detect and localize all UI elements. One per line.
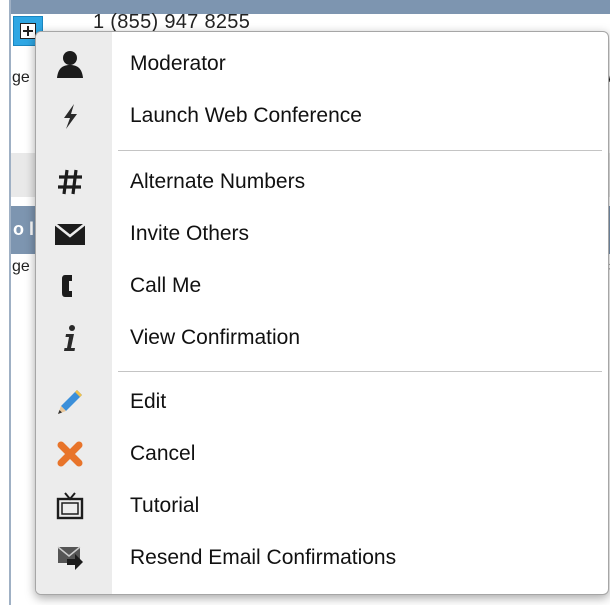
- menu-divider: [118, 371, 602, 372]
- envelope-icon: [54, 218, 86, 250]
- menu-item-label: Cancel: [130, 442, 196, 465]
- user-icon: [54, 48, 86, 80]
- menu-item-label: Invite Others: [130, 222, 250, 245]
- lightning-icon: [54, 100, 86, 132]
- menu-divider: [118, 150, 602, 151]
- menu-item-invite-others[interactable]: Invite Others: [36, 208, 608, 260]
- context-menu: Moderator Launch Web Conference Alternat…: [35, 31, 609, 595]
- phone-icon: [54, 270, 86, 302]
- section-header-fragment: o l: [13, 219, 34, 239]
- menu-item-launch-web-conference[interactable]: Launch Web Conference: [36, 90, 608, 142]
- menu-item-label: Call Me: [130, 274, 202, 297]
- menu-item-call-me[interactable]: Call Me: [36, 260, 608, 312]
- menu-item-alternate-numbers[interactable]: Alternate Numbers: [36, 156, 608, 208]
- menu-item-moderator[interactable]: Moderator: [36, 38, 608, 90]
- menu-item-resend-email-confirmations[interactable]: Resend Email Confirmations: [36, 532, 608, 584]
- pencil-icon: [54, 386, 86, 418]
- menu-item-label: View Confirmation: [130, 326, 301, 349]
- x-icon: [54, 438, 86, 470]
- menu-item-label: Resend Email Confirmations: [130, 546, 397, 569]
- info-icon: [54, 322, 86, 354]
- menu-item-label: Alternate Numbers: [130, 170, 306, 193]
- truncated-text-left-2: ge: [12, 258, 30, 275]
- menu-toggle-icon: [20, 23, 36, 39]
- menu-item-view-confirmation[interactable]: View Confirmation: [36, 312, 608, 364]
- menu-item-label: Tutorial: [130, 494, 200, 517]
- tv-icon: [54, 490, 86, 522]
- menu-item-cancel[interactable]: Cancel: [36, 428, 608, 480]
- menu-item-label: Moderator: [130, 52, 226, 75]
- menu-item-label: Edit: [130, 390, 167, 413]
- hash-icon: [54, 166, 86, 198]
- truncated-text-left-1: ge: [12, 69, 30, 86]
- menu-item-tutorial[interactable]: Tutorial: [36, 480, 608, 532]
- menu-item-label: Launch Web Conference: [130, 104, 362, 127]
- menu-item-edit[interactable]: Edit: [36, 376, 608, 428]
- resend-email-icon: [54, 542, 86, 574]
